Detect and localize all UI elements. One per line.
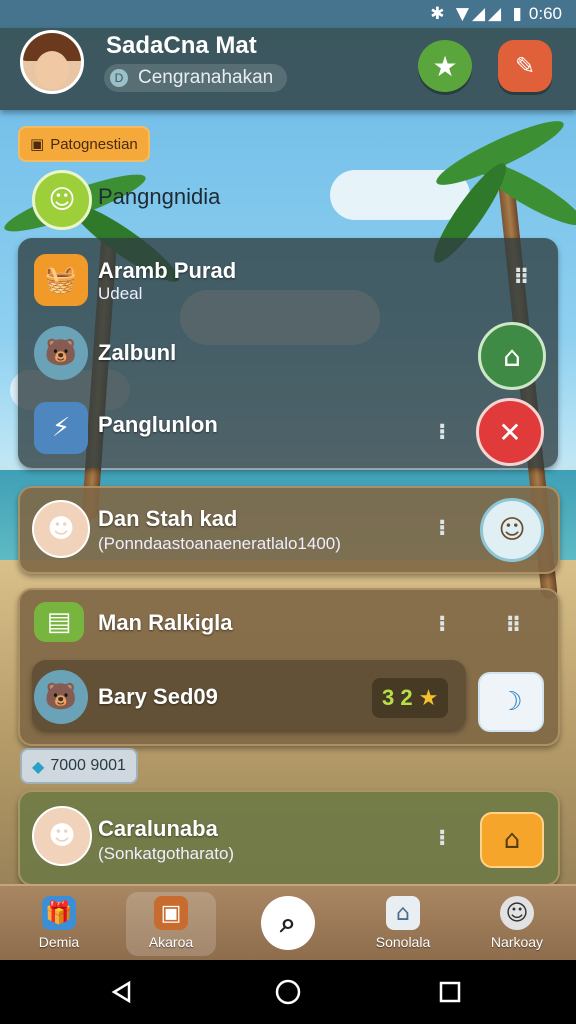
girl-avatar-icon: ☻ — [32, 806, 92, 866]
row-title[interactable]: Aramb Purad — [98, 258, 236, 284]
box-icon: ▣ — [30, 135, 45, 153]
recents-icon[interactable] — [436, 978, 464, 1006]
nav-label: Akaroa — [148, 934, 194, 950]
bear-avatar-icon: 🐻 — [34, 670, 88, 724]
user-status-pill[interactable]: D Cengranahakan — [104, 64, 288, 92]
pikachu-icon: ⚡ — [34, 402, 88, 454]
chat-bubble-button[interactable]: ☺ — [480, 498, 544, 562]
tent-icon-button[interactable]: ⌂ — [478, 322, 546, 390]
points-chip[interactable]: ◆ 7000 9001 — [20, 748, 138, 784]
more-dots-icon[interactable]: ⁝ — [438, 516, 446, 541]
nav-label: Narkoay — [490, 934, 544, 950]
user-status-text: Cengranahakan — [138, 67, 274, 88]
gift-icon: 🎁 — [42, 896, 76, 930]
nav-label: Sonolala — [375, 934, 431, 950]
profile-header: SadaCna Mat D Cengranahakan ★ ✎ — [0, 28, 576, 110]
section-chip-label: Patognestian — [50, 135, 138, 153]
bear-avatar-icon: 🐻 — [34, 326, 88, 380]
message-card-icon: ▤ — [34, 602, 84, 642]
group-title: Pangngnidia — [98, 184, 221, 209]
home-icon: ⌂ — [386, 896, 420, 930]
status-icons: ✱ ▼◢◢ ▮ 0:60 — [430, 4, 562, 24]
user-name: SadaCna Mat — [106, 32, 257, 59]
status-bar: ✱ ▼◢◢ ▮ 0:60 — [0, 0, 576, 28]
edit-button[interactable]: ✎ — [498, 40, 552, 92]
bottom-nav: 🎁 Demia ▣ Akaroa ⌕ ⌂ Sonolala ☺ Narkoay — [0, 884, 576, 962]
nav-item-search[interactable]: ⌕ — [243, 886, 333, 962]
row-subtitle: (Ponndaastoanaeneratlalo1400) — [98, 534, 341, 553]
girl-avatar-icon: ☻ — [32, 500, 90, 558]
score-value: 3 2 — [382, 685, 413, 710]
score-badge: 3 2 ★ — [372, 678, 449, 718]
home-circle-icon[interactable] — [274, 978, 302, 1006]
gem-icon: ◆ — [32, 756, 45, 776]
more-dots-icon[interactable]: ⁝ — [438, 612, 446, 637]
row-subtitle: Udeal — [98, 284, 143, 303]
nav-item-sonolala[interactable]: ⌂ Sonolala — [358, 886, 448, 962]
user-avatar[interactable] — [20, 30, 84, 94]
row-title: Dan Stah kad — [98, 506, 238, 531]
row-title: Bary Sed09 — [98, 684, 218, 709]
more-dots-icon[interactable]: ⁝ — [438, 826, 446, 851]
system-navigation-bar — [0, 960, 576, 1024]
row-title: Caralunaba — [98, 816, 218, 841]
section-chip[interactable]: ▣ Patognestian — [18, 126, 150, 162]
status-dot-icon: D — [110, 69, 128, 87]
more-dots-icon[interactable]: ⁝⁝ — [506, 612, 521, 637]
status-time: 0:60 — [528, 4, 562, 23]
nav-item-akaroa[interactable]: ▣ Akaroa — [126, 892, 216, 956]
star-icon: ★ — [432, 49, 458, 83]
basket-icon: 🧺 — [34, 254, 88, 306]
favorite-button[interactable]: ★ — [418, 40, 472, 92]
points-chip-label: 7000 9001 — [50, 757, 126, 774]
row-title[interactable]: Panglunlon — [98, 412, 218, 438]
nav-label: Demia — [38, 934, 80, 950]
star-icon: ★ — [418, 685, 439, 711]
bag-icon: ▣ — [154, 896, 188, 930]
house-icon-button[interactable]: ⌂ — [480, 812, 544, 868]
edit-icon: ✎ — [514, 52, 536, 80]
nav-item-demia[interactable]: 🎁 Demia — [14, 886, 104, 962]
search-icon: ⌕ — [261, 896, 315, 950]
more-dots-icon[interactable]: ⁝⁝ — [514, 264, 529, 289]
block-icon-button[interactable]: ✕ — [476, 398, 544, 466]
moon-icon-button[interactable]: ☽ — [478, 672, 544, 732]
nav-item-narkoay[interactable]: ☺ Narkoay — [472, 886, 562, 962]
back-icon[interactable] — [108, 978, 136, 1006]
row-title[interactable]: Man Ralkigla — [98, 610, 232, 636]
baby-face-icon: ☺ — [32, 170, 92, 230]
face-icon: ☺ — [500, 896, 534, 930]
row-subtitle: (Sonkatgotharato) — [98, 844, 235, 863]
row-title[interactable]: Zalbunl — [98, 340, 176, 366]
more-dots-icon[interactable]: ⁝ — [438, 420, 446, 445]
